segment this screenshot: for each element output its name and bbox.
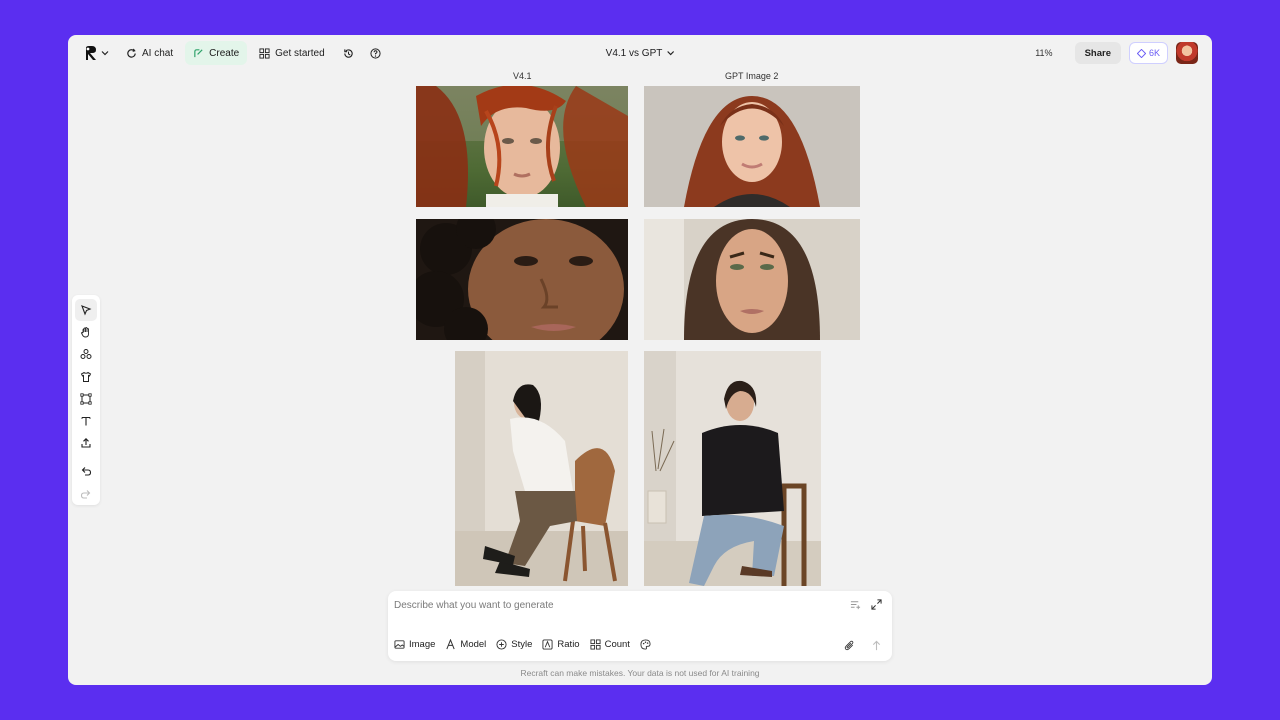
project-title-menu[interactable]: V4.1 vs GPT xyxy=(606,41,675,65)
ratio-icon xyxy=(542,638,553,650)
ai-chat-button[interactable]: AI chat xyxy=(118,41,181,65)
cursor-icon xyxy=(81,304,92,316)
count-option-label: Count xyxy=(604,638,630,650)
style-option-label: Style xyxy=(511,638,533,650)
add-circle-icon xyxy=(496,638,507,650)
image-v41-curly-hair-portrait[interactable] xyxy=(416,219,628,340)
image-option-label: Image xyxy=(409,638,436,650)
disclaimer-text: Recraft can make mistakes. Your data is … xyxy=(520,668,760,678)
app-window: AI chat Create Get started V4.1 vs GPT 1… xyxy=(68,35,1212,685)
expand-icon[interactable] xyxy=(871,599,882,610)
credits-count: 6K xyxy=(1148,48,1160,58)
palette-icon xyxy=(640,638,651,650)
chevron-down-icon xyxy=(101,51,109,56)
text-tool[interactable] xyxy=(75,410,97,432)
column-label-v41: V4.1 xyxy=(513,71,532,81)
text-icon xyxy=(81,416,91,426)
ratio-option-button[interactable]: Ratio xyxy=(542,635,580,653)
user-avatar[interactable] xyxy=(1176,42,1198,64)
image-option-button[interactable]: Image xyxy=(394,635,435,653)
frame-tool[interactable] xyxy=(75,388,97,410)
history-button[interactable] xyxy=(337,41,360,65)
image-gpt-brunette-portrait[interactable] xyxy=(644,219,860,340)
app-logo-menu[interactable] xyxy=(84,41,114,65)
ai-chat-label: AI chat xyxy=(142,47,174,59)
model-option-label: Model xyxy=(460,638,487,650)
mockup-tool[interactable] xyxy=(75,366,97,388)
tshirt-icon xyxy=(80,371,92,382)
grid-icon xyxy=(259,47,270,59)
prompt-list-icon[interactable] xyxy=(850,599,861,610)
get-started-button[interactable]: Get started xyxy=(251,41,332,65)
get-started-label: Get started xyxy=(275,47,325,59)
undo-icon xyxy=(81,467,92,476)
redo-icon xyxy=(80,489,91,499)
grid-icon xyxy=(590,638,601,650)
redo-button[interactable] xyxy=(75,483,97,505)
model-option-button[interactable]: Model xyxy=(445,635,486,653)
top-bar: AI chat Create Get started V4.1 vs GPT 1… xyxy=(68,35,1212,71)
prompt-panel: Image Model Style Ratio Count xyxy=(388,591,892,661)
palette-option-button[interactable] xyxy=(640,635,651,653)
prompt-input[interactable] xyxy=(394,595,834,615)
history-icon xyxy=(343,48,353,58)
hand-icon xyxy=(80,327,89,338)
ratio-option-label: Ratio xyxy=(557,638,580,650)
credits-button[interactable]: 6K xyxy=(1128,42,1168,64)
style-option-button[interactable]: Style xyxy=(496,635,532,653)
image-gpt-redhead-portrait[interactable] xyxy=(644,86,860,207)
shapes-icon xyxy=(80,349,92,360)
frame-icon xyxy=(80,393,92,405)
create-icon xyxy=(194,48,203,57)
chevron-down-icon xyxy=(666,51,674,56)
hand-tool[interactable] xyxy=(75,321,97,343)
image-gpt-seated-woman[interactable] xyxy=(644,351,821,586)
column-label-gpt: GPT Image 2 xyxy=(725,71,779,81)
count-option-button[interactable]: Count xyxy=(590,635,630,653)
upload-icon xyxy=(81,438,91,448)
share-button[interactable]: Share xyxy=(1074,42,1121,64)
model-icon xyxy=(446,638,456,649)
tool-rail xyxy=(72,295,100,505)
undo-button[interactable] xyxy=(75,461,97,483)
diamond-icon xyxy=(1136,48,1146,58)
zoom-level[interactable]: 11% xyxy=(1021,48,1066,58)
help-icon xyxy=(370,47,381,59)
create-label: Create xyxy=(209,47,240,59)
attach-icon[interactable] xyxy=(844,640,855,651)
send-arrow-icon[interactable] xyxy=(871,640,882,651)
help-button[interactable] xyxy=(364,41,387,65)
shapes-tool[interactable] xyxy=(75,343,97,365)
upload-tool[interactable] xyxy=(75,432,97,454)
image-v41-redhead-portrait[interactable] xyxy=(416,86,628,207)
recraft-logo-icon xyxy=(86,46,96,60)
refresh-chat-icon xyxy=(127,48,136,58)
create-button[interactable]: Create xyxy=(185,41,248,65)
image-v41-seated-woman[interactable] xyxy=(455,351,628,586)
project-title: V4.1 vs GPT xyxy=(605,47,663,59)
image-icon xyxy=(394,639,405,649)
select-tool[interactable] xyxy=(75,299,97,321)
